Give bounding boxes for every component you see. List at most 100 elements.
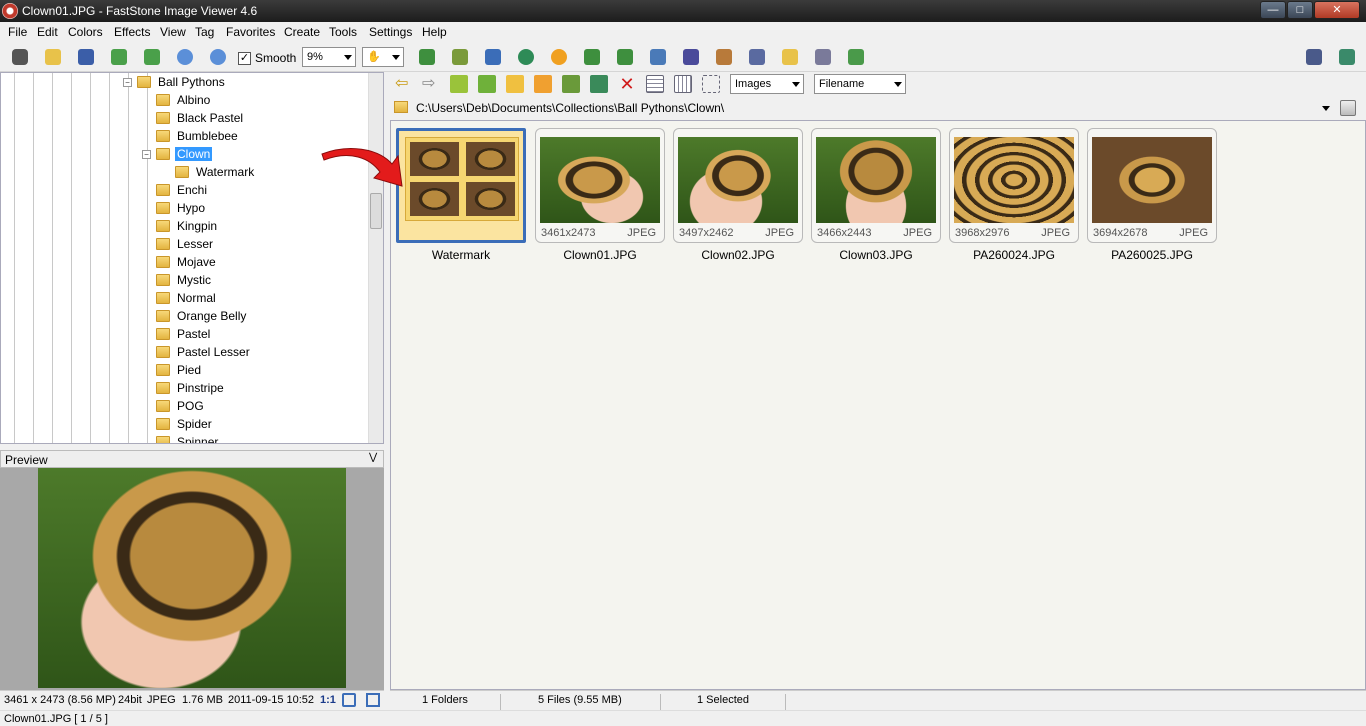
copy-to-icon[interactable] xyxy=(562,75,580,93)
checklist-icon[interactable] xyxy=(845,46,867,68)
save-icon[interactable] xyxy=(75,46,97,68)
tree-item[interactable]: Mystic xyxy=(156,272,213,288)
filter-select[interactable]: Images xyxy=(730,74,804,94)
app-icon[interactable] xyxy=(2,3,18,19)
previous-icon[interactable] xyxy=(108,46,130,68)
delete-icon[interactable]: ✕ xyxy=(618,75,636,93)
tree-scrollbar[interactable] xyxy=(368,73,383,443)
recycle-bin-icon[interactable] xyxy=(1340,100,1356,116)
thumbnail-image xyxy=(1092,137,1212,223)
forward-arrow-icon[interactable]: ⇨ xyxy=(422,75,440,93)
tree-item[interactable]: Black Pastel xyxy=(156,110,245,126)
hand-tool-select[interactable]: ✋ xyxy=(362,47,404,67)
tree-item[interactable]: Enchi xyxy=(156,182,209,198)
tree-item[interactable]: Albino xyxy=(156,92,212,108)
thumbnail-image xyxy=(540,137,660,223)
path-dropdown-icon[interactable] xyxy=(1322,106,1330,111)
folder-tree[interactable]: − Ball Pythons Albino Black Pastel Bumbl… xyxy=(0,72,384,444)
tree-item[interactable]: Pastel Lesser xyxy=(156,344,252,360)
folder-icon xyxy=(156,310,170,322)
slideshow-icon[interactable] xyxy=(680,46,702,68)
path-bar[interactable]: C:\Users\Deb\Documents\Collections\Ball … xyxy=(390,96,1366,120)
zoom-in-icon[interactable] xyxy=(174,46,196,68)
fullscreen-small-icon[interactable] xyxy=(366,693,380,707)
menu-colors[interactable]: Colors xyxy=(68,25,103,39)
thumbnails-view-icon[interactable] xyxy=(646,75,664,93)
collapse-chevron-icon[interactable]: ⋁ xyxy=(369,452,377,463)
tree-item[interactable]: Bumblebee xyxy=(156,128,240,144)
zoom-out-icon[interactable] xyxy=(207,46,229,68)
next-icon[interactable] xyxy=(141,46,163,68)
tree-item[interactable]: POG xyxy=(156,398,206,414)
draw-icon[interactable] xyxy=(746,46,768,68)
menu-favorites[interactable]: Favorites xyxy=(226,25,275,39)
favorite-folder-icon[interactable] xyxy=(506,75,524,93)
flip-icon[interactable] xyxy=(647,46,669,68)
zoom-select[interactable]: 9% xyxy=(302,47,356,67)
menu-edit[interactable]: Edit xyxy=(37,25,58,39)
fit-window-icon[interactable] xyxy=(342,693,356,707)
thumbnail-card[interactable]: 3466x2443 JPEG xyxy=(811,128,941,243)
minimize-button[interactable]: — xyxy=(1260,1,1286,19)
smooth-checkbox[interactable]: ✓ xyxy=(238,52,251,65)
collapse-icon[interactable]: − xyxy=(142,150,151,159)
open-folder-icon[interactable] xyxy=(42,46,64,68)
move-to-icon[interactable] xyxy=(590,75,608,93)
tree-item[interactable]: Spider xyxy=(156,416,214,432)
print-icon[interactable] xyxy=(812,46,834,68)
thumbnail-card[interactable]: 3694x2678 JPEG xyxy=(1087,128,1217,243)
adjust-icon[interactable] xyxy=(515,46,537,68)
tree-item-watermark[interactable]: Watermark xyxy=(175,164,256,180)
tree-item[interactable]: Normal xyxy=(156,290,218,306)
compare-icon[interactable] xyxy=(713,46,735,68)
tree-item[interactable]: Orange Belly xyxy=(156,308,248,324)
back-arrow-icon[interactable]: ⇦ xyxy=(395,75,413,93)
tree-item[interactable]: Hypo xyxy=(156,200,207,216)
path-input[interactable]: C:\Users\Deb\Documents\Collections\Ball … xyxy=(416,101,724,115)
tree-item[interactable]: Lesser xyxy=(156,236,215,252)
layout-icon[interactable] xyxy=(1303,46,1325,68)
thumbnail-card[interactable]: 3968x2976 JPEG xyxy=(949,128,1079,243)
email-icon[interactable] xyxy=(779,46,801,68)
actual-size-button[interactable]: 1:1 xyxy=(320,694,336,706)
rotate-right-icon[interactable] xyxy=(614,46,636,68)
tree-item-ball-pythons[interactable]: Ball Pythons xyxy=(137,74,227,90)
sort-select[interactable]: Filename xyxy=(814,74,906,94)
menu-tools[interactable]: Tools xyxy=(329,25,357,39)
menu-create[interactable]: Create xyxy=(284,25,320,39)
menu-help[interactable]: Help xyxy=(422,25,447,39)
tree-item[interactable]: Pastel xyxy=(156,326,212,342)
menu-view[interactable]: View xyxy=(160,25,186,39)
list-view-icon[interactable] xyxy=(674,75,692,93)
fullscreen-icon[interactable] xyxy=(1336,46,1358,68)
thumbnail-card[interactable]: 3461x2473 JPEG xyxy=(535,128,665,243)
rotate-left-icon[interactable] xyxy=(581,46,603,68)
crop-icon[interactable] xyxy=(449,46,471,68)
close-button[interactable]: ✕ xyxy=(1314,1,1360,19)
thumbnail-card-watermark[interactable] xyxy=(396,128,526,243)
refresh-folder-icon[interactable] xyxy=(478,75,496,93)
image-format: JPEG xyxy=(147,694,176,706)
new-folder-icon[interactable] xyxy=(534,75,552,93)
menu-effects[interactable]: Effects xyxy=(114,25,150,39)
thumbnail-format: JPEG xyxy=(627,227,656,239)
menu-settings[interactable]: Settings xyxy=(369,25,412,39)
image-dimensions: 3461 x 2473 (8.56 MP) xyxy=(4,694,116,706)
tree-item-clown[interactable]: Clown xyxy=(156,146,213,162)
tree-item[interactable]: Pinstripe xyxy=(156,380,226,396)
camera-icon[interactable] xyxy=(9,46,31,68)
thumbnail-card[interactable]: 3497x2462 JPEG xyxy=(673,128,803,243)
collapse-icon[interactable]: − xyxy=(123,78,132,87)
folder-up-icon[interactable] xyxy=(450,75,468,93)
brightness-icon[interactable] xyxy=(548,46,570,68)
tree-item[interactable]: Pied xyxy=(156,362,203,378)
menu-file[interactable]: File xyxy=(8,25,27,39)
menu-tag[interactable]: Tag xyxy=(195,25,214,39)
tree-item[interactable]: Spinner xyxy=(156,434,220,443)
rotate-icon[interactable] xyxy=(416,46,438,68)
tree-item[interactable]: Mojave xyxy=(156,254,218,270)
tree-item[interactable]: Kingpin xyxy=(156,218,219,234)
details-view-icon[interactable] xyxy=(702,75,720,93)
resize-icon[interactable] xyxy=(482,46,504,68)
maximize-button[interactable]: □ xyxy=(1287,1,1313,19)
